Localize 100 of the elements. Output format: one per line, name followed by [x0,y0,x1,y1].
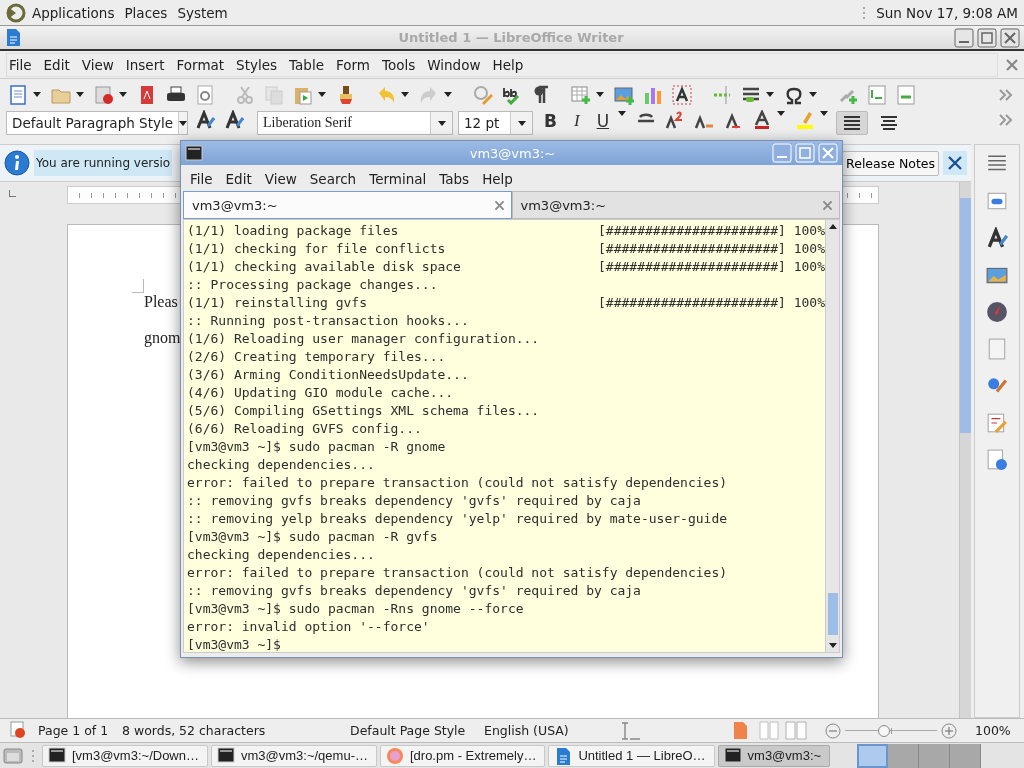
window-title: vm3@vm3:~ [468,145,557,161]
vertical-scrollbar[interactable] [959,182,971,718]
font-name-combo[interactable]: Liberation Serif [257,111,453,135]
menu-item[interactable]: Edit [43,56,70,73]
terminal-line: (1/1) loading package files [187,222,399,240]
menu-item[interactable]: File [190,171,213,187]
update-style-icon[interactable] [195,110,215,130]
zoom-out-icon[interactable] [825,722,841,739]
caret-icon[interactable] [766,92,774,97]
workspace-cell[interactable] [888,743,920,768]
menu-item[interactable]: Window [427,56,481,73]
progress-text: [######################] 100% [598,294,825,312]
close-button[interactable] [943,151,967,175]
maximize-icon[interactable] [977,27,997,48]
zoom-in-icon[interactable] [941,722,957,739]
caret-icon[interactable] [76,92,84,97]
distro-logo-icon[interactable] [6,2,26,23]
menu-item[interactable]: Form [336,56,370,73]
panel-menu[interactable]: Places [124,4,168,21]
close-icon[interactable] [492,198,506,212]
format-button[interactable]: I [567,111,586,131]
slider-thumb[interactable] [877,724,890,737]
caret-icon[interactable] [318,92,326,97]
menu-item[interactable]: Help [482,171,513,187]
scrollbar-thumb[interactable] [827,593,838,635]
page-count: Page 1 of 1 [38,723,110,738]
menu-item[interactable]: Tools [382,56,416,73]
show-desktop-icon[interactable] [2,745,24,766]
caret-icon[interactable] [444,92,452,97]
taskbar-button[interactable]: Untitled 1 — LibreO… [548,744,715,767]
terminal-line: checking dependencies... [187,456,375,474]
close-icon[interactable] [1004,56,1020,73]
taskbar-label: Untitled 1 — LibreO… [578,748,706,763]
close-icon[interactable] [821,198,834,212]
image-icon[interactable] [614,84,634,105]
panel-menu[interactable]: Applications [32,4,115,21]
caret-icon[interactable] [179,120,187,126]
tab-stop-marker[interactable] [9,190,16,197]
menu-item[interactable]: View [264,171,297,187]
format-button[interactable]: B [538,111,563,131]
menu-item[interactable]: Tabs [439,171,470,187]
menu-item[interactable]: File [9,56,32,73]
terminal-line: error: invalid option '--force' [187,618,430,636]
minimize-icon[interactable] [954,27,974,48]
panel-menu[interactable]: System [177,4,228,21]
close-icon[interactable] [1000,27,1020,48]
terminal-line: [vm3@vm3 ~]$ [187,636,281,654]
browser-icon [385,746,404,765]
taskbar-button[interactable]: [dro.pm - Extremely… [379,744,546,767]
terminal-line: [vm3@vm3 ~]$ sudo pacman -R gnome [187,438,446,456]
taskbar-button[interactable]: vm3@vm3:~/qemu-… [211,744,377,767]
workspace-cell[interactable] [950,743,982,768]
scroll-up-icon[interactable] [828,224,837,229]
table-icon[interactable] [571,84,591,105]
clock[interactable]: Sun Nov 17, 9:08 AM [876,4,1018,21]
menu-item[interactable]: View [81,56,114,73]
save-icon[interactable] [94,84,114,105]
caret-icon[interactable] [517,120,526,126]
taskbar-button[interactable]: [vm3@vm3:~/Down… [42,744,208,767]
caret-icon[interactable] [401,92,409,97]
caret-icon[interactable] [777,111,786,116]
document-text: gnom [144,329,181,347]
menu-item[interactable]: Format [176,56,225,73]
format-button[interactable]: U [590,111,616,131]
menu-item[interactable]: Insert [125,56,165,73]
menu-item[interactable]: Terminal [369,171,427,187]
new-style-icon[interactable] [224,110,244,130]
caret-icon[interactable] [618,111,627,116]
font-size-combo[interactable]: 12 pt [458,111,533,135]
caret-icon[interactable] [119,92,127,97]
text-box-icon[interactable] [672,84,692,105]
new-document-icon[interactable] [8,84,28,105]
menu-item[interactable]: Search [309,171,357,187]
caret-icon[interactable] [820,111,829,116]
vertical-scrollbar[interactable] [825,220,839,652]
menu-item[interactable]: Table [289,56,324,73]
properties-icon[interactable] [986,190,1008,212]
align-left-button[interactable] [836,111,869,135]
caret-icon[interactable] [437,120,446,126]
menu-item[interactable]: Help [492,56,524,73]
caret-icon[interactable] [33,92,41,97]
caret-icon[interactable] [596,92,604,97]
navigator-icon[interactable] [986,301,1008,323]
terminal-tab[interactable]: vm3@vm3:~ [511,191,840,219]
workspace-cell[interactable] [919,743,951,768]
release-notes-button[interactable]: Release Notes [842,150,939,176]
taskbar-button[interactable]: vm3@vm3:~ [717,744,831,767]
scroll-down-icon[interactable] [828,643,837,648]
paragraph-style-combo[interactable]: Default Paragraph Style [6,111,188,135]
terminal-line: checking dependencies... [187,546,375,564]
workspace-cell[interactable] [857,743,889,768]
caret-icon[interactable] [809,92,817,97]
menu-item[interactable]: Styles [236,56,278,73]
terminal-line: (1/1) checking for file conflicts [187,240,446,258]
styles-icon[interactable] [986,227,1008,249]
menu-item[interactable]: Edit [225,171,252,187]
print-preview-icon[interactable] [195,84,215,105]
terminal-tab[interactable]: vm3@vm3:~ [183,191,512,219]
document-modified-icon[interactable] [10,720,26,741]
scrollbar-thumb[interactable] [960,198,971,433]
